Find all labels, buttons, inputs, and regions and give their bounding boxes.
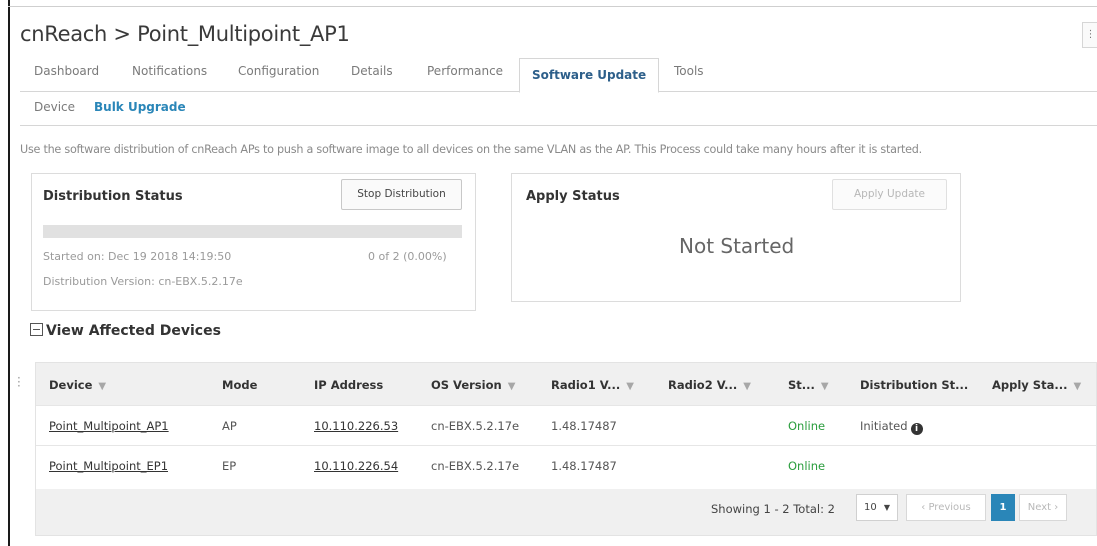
page-title: cnReach > Point_Multipoint_AP1 bbox=[20, 22, 350, 46]
per-page-select[interactable]: 10 ▼ bbox=[856, 494, 898, 521]
column-header-apply-status[interactable]: Apply Sta... ▼ bbox=[992, 378, 1081, 392]
apply-update-button[interactable]: Apply Update bbox=[832, 179, 947, 210]
filter-icon[interactable]: ▼ bbox=[508, 381, 516, 392]
status-cell: Online bbox=[788, 419, 826, 433]
apply-status-value: Not Started bbox=[679, 234, 795, 258]
tab-tools[interactable]: Tools bbox=[674, 64, 704, 78]
sub-tabs: Device Bulk Upgrade bbox=[20, 92, 1097, 126]
os-version-cell: cn-EBX.5.2.17e bbox=[431, 419, 520, 433]
tab-details[interactable]: Details bbox=[351, 64, 393, 78]
ip-address-link[interactable]: 10.110.226.54 bbox=[314, 459, 398, 473]
started-on-text: Started on: Dec 19 2018 14:19:50 bbox=[43, 250, 232, 263]
pagination-bar: Showing 1 - 2 Total: 2 10 ▼ ‹ Previous 1 … bbox=[36, 489, 1096, 529]
view-affected-devices-toggle[interactable]: View Affected Devices bbox=[30, 323, 221, 339]
stop-distribution-button[interactable]: Stop Distribution bbox=[341, 179, 462, 210]
subtab-device[interactable]: Device bbox=[34, 100, 75, 114]
previous-page-button[interactable]: ‹ Previous bbox=[906, 494, 986, 521]
tab-configuration[interactable]: Configuration bbox=[238, 64, 319, 78]
page-1-button[interactable]: 1 bbox=[991, 494, 1015, 521]
filter-icon[interactable]: ▼ bbox=[98, 381, 106, 392]
collapse-icon bbox=[30, 323, 43, 336]
column-header-os-version[interactable]: OS Version ▼ bbox=[431, 378, 515, 392]
ip-address-link[interactable]: 10.110.226.53 bbox=[314, 419, 398, 433]
apply-status-card: Apply Status Apply Update Not Started bbox=[511, 173, 961, 302]
more-options-button[interactable]: ⋮ bbox=[1082, 22, 1097, 48]
description-text: Use the software distribution of cnReach… bbox=[20, 143, 922, 156]
radio1-version-cell: 1.48.17487 bbox=[551, 459, 617, 473]
column-header-status[interactable]: St... ▼ bbox=[788, 378, 829, 392]
mode-cell: EP bbox=[222, 459, 237, 473]
subtab-bulk-upgrade[interactable]: Bulk Upgrade bbox=[94, 100, 186, 114]
table-row: Point_Multipoint_AP1 AP 10.110.226.53 cn… bbox=[36, 405, 1096, 445]
mode-cell: AP bbox=[222, 419, 237, 433]
app-frame: cnReach > Point_Multipoint_AP1 ⋮ Dashboa… bbox=[0, 0, 1097, 546]
chevron-down-icon: ▼ bbox=[883, 503, 890, 512]
window-border bbox=[8, 0, 10, 546]
drag-handle-icon[interactable]: · · · bbox=[17, 372, 21, 392]
column-header-ip-address[interactable]: IP Address bbox=[314, 378, 383, 392]
column-header-radio1-version[interactable]: Radio1 V... ▼ bbox=[551, 378, 634, 392]
filter-icon[interactable]: ▼ bbox=[1073, 381, 1081, 392]
table-row: Point_Multipoint_EP1 EP 10.110.226.54 cn… bbox=[36, 445, 1096, 489]
radio1-version-cell: 1.48.17487 bbox=[551, 419, 617, 433]
filter-icon[interactable]: ▼ bbox=[821, 381, 829, 392]
os-version-cell: cn-EBX.5.2.17e bbox=[431, 459, 520, 473]
column-header-device[interactable]: Device ▼ bbox=[49, 378, 106, 392]
showing-count-text: Showing 1 - 2 Total: 2 bbox=[711, 502, 835, 516]
distribution-version-text: Distribution Version: cn-EBX.5.2.17e bbox=[43, 275, 243, 288]
status-cell: Online bbox=[788, 459, 826, 473]
next-page-button[interactable]: Next › bbox=[1019, 494, 1067, 521]
distribution-status-cell: Initiated i bbox=[860, 419, 923, 435]
column-header-distribution-status[interactable]: Distribution St... bbox=[860, 378, 968, 392]
distribution-status-card: Distribution Status Stop Distribution St… bbox=[31, 173, 476, 311]
progress-count-text: 0 of 2 (0.00%) bbox=[368, 250, 447, 263]
distribution-status-title: Distribution Status bbox=[43, 189, 183, 204]
device-link[interactable]: Point_Multipoint_AP1 bbox=[49, 419, 169, 433]
filter-icon[interactable]: ▼ bbox=[626, 381, 634, 392]
column-header-radio2-version[interactable]: Radio2 V... ▼ bbox=[668, 378, 751, 392]
table-header: Device ▼ Mode IP Address OS Version ▼ Radi… bbox=[36, 363, 1096, 405]
view-affected-devices-label: View Affected Devices bbox=[46, 323, 221, 339]
device-link[interactable]: Point_Multipoint_EP1 bbox=[49, 459, 168, 473]
affected-devices-table: Device ▼ Mode IP Address OS Version ▼ Radi… bbox=[35, 362, 1097, 536]
tab-performance[interactable]: Performance bbox=[427, 64, 503, 78]
tab-notifications[interactable]: Notifications bbox=[132, 64, 207, 78]
apply-status-title: Apply Status bbox=[526, 189, 620, 204]
tab-software-update[interactable]: Software Update bbox=[519, 58, 660, 93]
filter-icon[interactable]: ▼ bbox=[743, 381, 751, 392]
distribution-progress-bar bbox=[43, 225, 462, 238]
main-tabs: Dashboard Notifications Configuration De… bbox=[20, 58, 1097, 93]
info-icon[interactable]: i bbox=[910, 423, 923, 435]
tab-dashboard[interactable]: Dashboard bbox=[34, 64, 99, 78]
column-header-mode[interactable]: Mode bbox=[222, 378, 257, 392]
top-divider bbox=[8, 6, 1097, 7]
